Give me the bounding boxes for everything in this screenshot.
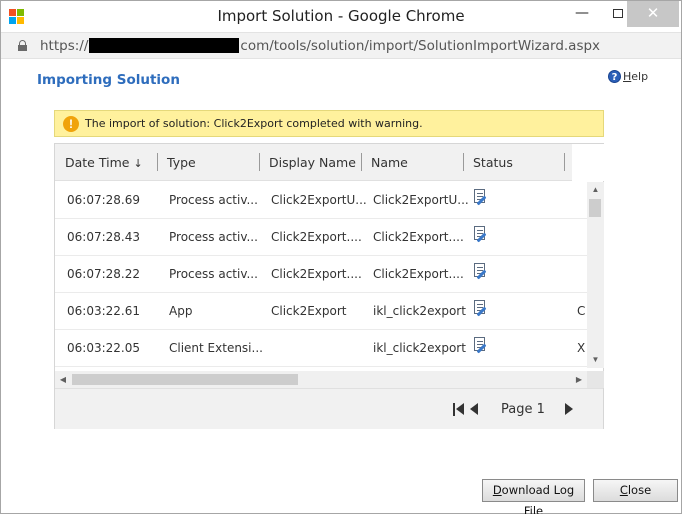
- url-path: com/tools/solution/import/SolutionImport…: [240, 38, 601, 54]
- sort-descending-icon: ↓: [133, 157, 143, 170]
- cell-name: Click2Export....: [373, 267, 464, 281]
- import-log-grid: Date Time ↓ Type Display Name Name Status…: [54, 143, 604, 429]
- warning-text: The import of solution: Click2Export com…: [85, 117, 423, 130]
- next-page-icon[interactable]: [565, 403, 573, 415]
- help-label[interactable]: Help: [623, 70, 648, 83]
- cell-type: Process activ...: [169, 193, 258, 207]
- grid-header-corner: [572, 144, 604, 181]
- table-row[interactable]: 06:07:28.69 Process activ... Click2Expor…: [55, 182, 587, 219]
- cell-date-time: 06:03:22.05: [67, 341, 140, 355]
- column-header-display-name[interactable]: Display Name: [269, 155, 356, 170]
- table-row[interactable]: 06:03:22.05 Client Extensi... ikl_click2…: [55, 330, 587, 367]
- scroll-right-icon[interactable]: ▶: [571, 371, 587, 388]
- close-window-button[interactable]: ✕: [627, 1, 679, 27]
- table-row[interactable]: 06:03:22.61 App Click2Export ikl_click2e…: [55, 293, 587, 330]
- scroll-left-icon[interactable]: ◀: [55, 371, 71, 388]
- cell-display-name: Click2Export....: [271, 230, 362, 244]
- redacted-domain: [89, 38, 240, 53]
- cell-name: Click2ExportU...: [373, 193, 469, 207]
- pager: Page 1: [55, 388, 603, 429]
- scroll-up-icon[interactable]: ▲: [587, 182, 604, 198]
- scrollbar-corner: [587, 371, 604, 388]
- close-button[interactable]: Close: [593, 479, 678, 502]
- cell-display-name: Click2ExportU...: [271, 193, 367, 207]
- cell-display-name: Click2Export....: [271, 267, 362, 281]
- cell-name: ikl_click2export: [373, 304, 466, 318]
- column-divider[interactable]: [361, 153, 362, 171]
- lock-icon: [18, 40, 27, 51]
- document-edit-icon[interactable]: [473, 300, 489, 317]
- cell-name: Click2Export....: [373, 230, 464, 244]
- document-edit-icon[interactable]: [473, 263, 489, 280]
- column-header-type[interactable]: Type: [167, 155, 196, 170]
- help-link[interactable]: ? Help: [608, 70, 648, 83]
- page-title: Importing Solution: [37, 72, 180, 88]
- title-bar: Import Solution - Google Chrome — ✕: [1, 1, 681, 32]
- browser-window: Import Solution - Google Chrome — ✕ http…: [0, 0, 682, 514]
- cell-overflow: C: [577, 304, 586, 318]
- cell-type: Process activ...: [169, 230, 258, 244]
- page-indicator: Page 1: [501, 402, 545, 417]
- cell-date-time: 06:07:28.69: [67, 193, 140, 207]
- cell-type: App: [169, 304, 193, 318]
- cell-date-time: 06:07:28.43: [67, 230, 140, 244]
- table-row[interactable]: 06:07:28.22 Process activ... Click2Expor…: [55, 256, 587, 293]
- column-divider[interactable]: [259, 153, 260, 171]
- horizontal-scroll-thumb[interactable]: [72, 374, 298, 385]
- help-icon: ?: [608, 70, 621, 83]
- column-header-date-time[interactable]: Date Time ↓: [65, 155, 143, 170]
- cell-type: Client Extensi...: [169, 341, 263, 355]
- url-scheme: https://: [40, 38, 89, 54]
- cell-date-time: 06:07:28.22: [67, 267, 140, 281]
- warning-icon: !: [63, 115, 79, 132]
- warning-banner: ! The import of solution: Click2Export c…: [54, 110, 604, 137]
- first-page-icon[interactable]: [453, 403, 467, 416]
- column-divider[interactable]: [463, 153, 464, 171]
- table-row[interactable]: 06:07:28.43 Process activ... Click2Expor…: [55, 219, 587, 256]
- address-bar[interactable]: https:// com/tools/solution/import/Soluti…: [1, 32, 681, 59]
- maximize-icon: [613, 9, 623, 18]
- previous-page-icon[interactable]: [470, 403, 478, 415]
- download-log-file-button[interactable]: Download Log File: [482, 479, 585, 514]
- cell-display-name: Click2Export: [271, 304, 347, 318]
- vertical-scrollbar[interactable]: ▲ ▼: [587, 182, 604, 368]
- column-header-status[interactable]: Status: [473, 155, 513, 170]
- scroll-down-icon[interactable]: ▼: [587, 352, 604, 368]
- column-divider[interactable]: [564, 153, 565, 171]
- document-edit-icon[interactable]: [473, 337, 489, 354]
- document-edit-icon[interactable]: [473, 189, 489, 206]
- vertical-scroll-thumb[interactable]: [589, 199, 601, 217]
- grid-header: Date Time ↓ Type Display Name Name Status: [55, 144, 572, 181]
- column-header-name[interactable]: Name: [371, 155, 408, 170]
- cell-date-time: 06:03:22.61: [67, 304, 140, 318]
- cell-type: Process activ...: [169, 267, 258, 281]
- cell-name: ikl_click2export: [373, 341, 466, 355]
- url-text[interactable]: https:// com/tools/solution/import/Soluti…: [40, 38, 600, 54]
- cell-overflow: X: [577, 341, 586, 355]
- document-edit-icon[interactable]: [473, 226, 489, 243]
- grid-body: 06:07:28.69 Process activ... Click2Expor…: [55, 182, 587, 368]
- horizontal-scrollbar[interactable]: ◀ ▶: [55, 371, 587, 388]
- column-divider[interactable]: [157, 153, 158, 171]
